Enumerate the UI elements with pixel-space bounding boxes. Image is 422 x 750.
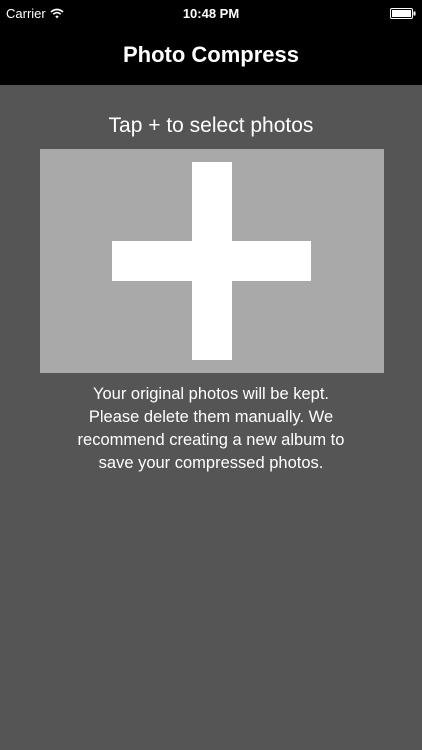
instruction-label: Tap + to select photos — [108, 114, 314, 137]
add-photos-button[interactable] — [40, 149, 384, 373]
plus-icon-horizontal-bar — [112, 241, 311, 281]
info-note-line: Your original photos will be kept. — [92, 385, 330, 403]
info-note-line: save your compressed photos. — [98, 454, 324, 472]
status-bar: Carrier 10:48 PM — [0, 0, 422, 28]
info-note-line: Please delete them manually. We — [88, 408, 334, 426]
nav-title: Photo Compress — [122, 42, 300, 67]
top-bar: Carrier 10:48 PM Photo Compress — [0, 0, 422, 85]
status-time: 10:48 PM — [182, 6, 240, 21]
app-screen: Carrier 10:48 PM Photo Compress Tap + to… — [0, 0, 422, 750]
info-note-line: recommend creating a new album to — [77, 431, 345, 449]
battery-icon — [390, 8, 416, 19]
info-note: Your original photos will be kept. Pleas… — [30, 383, 392, 475]
